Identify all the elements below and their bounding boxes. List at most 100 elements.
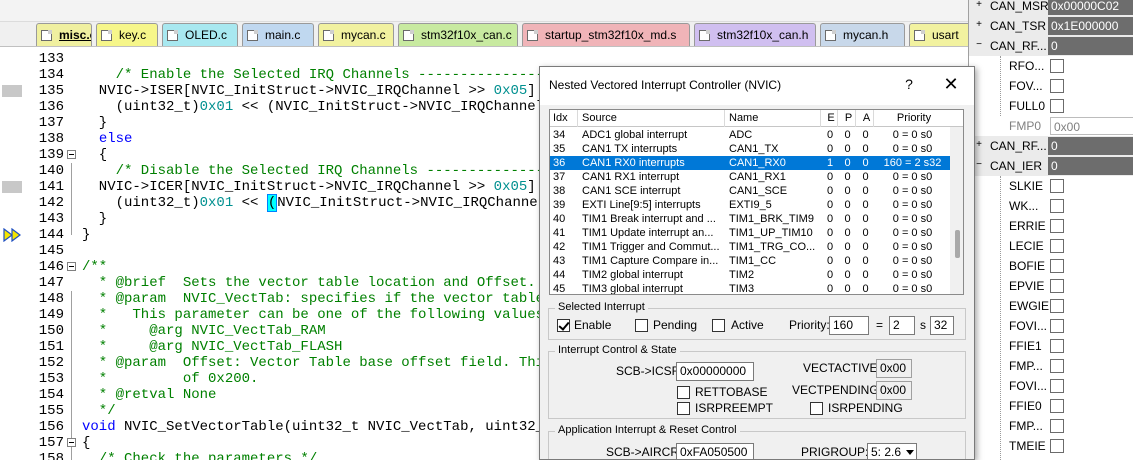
pending-checkbox[interactable] (635, 319, 648, 332)
register-bit-row[interactable]: WK... (969, 196, 1133, 216)
register-bit-row[interactable]: FOV... (969, 76, 1133, 96)
expand-icon[interactable]: + (974, 20, 984, 31)
interrupt-table-scrollbar[interactable] (950, 127, 963, 294)
register-bit-row[interactable]: FOVI... (969, 376, 1133, 396)
register-bit-checkbox[interactable] (1050, 79, 1064, 93)
register-bit-checkbox[interactable] (1050, 259, 1064, 273)
register-bit-row[interactable]: SLKIE (969, 176, 1133, 196)
register-bit-row[interactable]: RFO... (969, 56, 1133, 76)
register-bit-row[interactable]: LECIE (969, 236, 1133, 256)
register-value[interactable]: 0 (1048, 157, 1133, 175)
interrupt-row[interactable]: 40 TIM1 Break interrupt and ... TIM1_BRK_T… (550, 212, 950, 226)
file-tab[interactable]: OLED.c (162, 23, 238, 46)
help-button[interactable]: ? (902, 76, 916, 94)
scrollbar-thumb[interactable] (955, 230, 960, 258)
file-tab[interactable]: main.c (242, 23, 314, 46)
register-bit-checkbox[interactable] (1050, 299, 1064, 313)
interrupt-row[interactable]: 38 CAN1 SCE interrupt CAN1_SCE 0 0 0 0 = 0 s0 (550, 184, 950, 198)
isrpending-checkbox[interactable] (810, 402, 823, 415)
rettobase-checkbox[interactable] (677, 386, 690, 399)
register-bit-checkbox[interactable] (1050, 59, 1064, 73)
register-bit-checkbox[interactable] (1050, 359, 1064, 373)
file-tab[interactable]: mycan.c (318, 23, 394, 46)
breakpoint-margin-marker[interactable] (2, 85, 22, 97)
col-priority[interactable]: Priority (875, 110, 950, 127)
collapse-icon[interactable]: − (974, 40, 984, 51)
register-row[interactable]: + CAN_MSR 0x00000C02 (969, 0, 1133, 16)
register-bit-checkbox[interactable] (1050, 279, 1064, 293)
register-value[interactable]: 0 (1048, 37, 1133, 55)
sub-priority-input[interactable]: 32 (930, 316, 954, 335)
register-bit-row[interactable]: FMP0 0x00 (969, 116, 1133, 136)
register-bit-checkbox[interactable] (1050, 199, 1064, 213)
register-bit-row[interactable]: ERRIE (969, 216, 1133, 236)
register-bit-row[interactable]: FMP... (969, 416, 1133, 436)
collapse-icon[interactable]: − (974, 160, 984, 171)
register-bit-checkbox[interactable] (1050, 439, 1064, 453)
file-tab[interactable]: stm32f10x_can.c (398, 23, 518, 46)
col-idx[interactable]: Idx (550, 110, 578, 127)
expand-icon[interactable]: + (974, 140, 984, 151)
register-value[interactable]: 0 (1048, 137, 1133, 155)
breakpoint-margin-marker[interactable] (2, 181, 22, 193)
interrupt-row[interactable]: 35 CAN1 TX interrupts CAN1_TX 0 0 0 0 = 0 s0 (550, 142, 950, 156)
register-bit-checkbox[interactable] (1050, 419, 1064, 433)
fold-toggle-icon[interactable] (67, 438, 76, 447)
register-bit-checkbox[interactable] (1050, 219, 1064, 233)
interrupt-row[interactable]: 45 TIM3 global interrupt TIM3 0 0 0 0 = 0 s0 (550, 282, 950, 294)
register-bit-row[interactable]: BOFIE (969, 256, 1133, 276)
dialog-titlebar[interactable]: Nested Vectored Interrupt Controller (NV… (540, 67, 974, 105)
fold-toggle-icon[interactable] (67, 150, 76, 159)
interrupt-table[interactable]: Idx Source Name E P A Priority 34 ADC1 gl… (549, 109, 964, 295)
file-tab[interactable]: stm32f10x_can.h (694, 23, 816, 46)
isrpreempt-checkbox[interactable] (677, 402, 690, 415)
col-source[interactable]: Source (579, 110, 725, 127)
register-bit-checkbox[interactable] (1050, 339, 1064, 353)
file-tab[interactable]: misc.c (36, 23, 92, 46)
code-line[interactable]: 133 (0, 51, 968, 67)
prigroup-select[interactable]: 5: 2.6 (867, 443, 917, 459)
register-bit-checkbox[interactable] (1050, 179, 1064, 193)
col-name[interactable]: Name (726, 110, 821, 127)
register-row[interactable]: + CAN_RF... 0 (969, 136, 1133, 156)
register-bit-checkbox[interactable] (1050, 239, 1064, 253)
interrupt-row[interactable]: 43 TIM1 Capture Compare in... TIM1_CC 0 0 0 0 … (550, 254, 950, 268)
register-bit-row[interactable]: FMP... (969, 356, 1133, 376)
interrupt-row[interactable]: 36 CAN1 RX0 interrupts CAN1_RX0 1 0 0 160 = 2 … (550, 156, 950, 170)
register-bit-row[interactable]: EPVIE (969, 276, 1133, 296)
register-bit-checkbox[interactable] (1050, 379, 1064, 393)
register-row[interactable]: − CAN_RF... 0 (969, 36, 1133, 56)
col-p[interactable]: P (839, 110, 856, 127)
file-tab[interactable]: startup_stm32f10x_md.s (522, 23, 690, 46)
interrupt-row[interactable]: 42 TIM1 Trigger and Commut... TIM1_TRG_CO.… (550, 240, 950, 254)
register-bit-row[interactable]: FFIE1 (969, 336, 1133, 356)
interrupt-row[interactable]: 34 ADC1 global interrupt ADC 0 0 0 0 = 0 s0 (550, 128, 950, 142)
col-a[interactable]: A (857, 110, 874, 127)
active-checkbox[interactable] (712, 319, 725, 332)
priority-input[interactable]: 160 (829, 316, 869, 335)
register-bit-row[interactable]: FULL0 (969, 96, 1133, 116)
register-value[interactable]: 0x1E000000 (1048, 17, 1133, 35)
register-row[interactable]: − CAN_IER 0 (969, 156, 1133, 176)
interrupt-row[interactable]: 41 TIM1 Update interrupt an... TIM1_UP_TIM… (550, 226, 950, 240)
register-bit-row[interactable]: FFIE0 (969, 396, 1133, 416)
register-value[interactable]: 0x00 (1050, 117, 1133, 135)
close-button[interactable]: ✕ (942, 75, 960, 94)
register-bit-checkbox[interactable] (1050, 99, 1064, 113)
register-row[interactable]: + CAN_TSR 0x1E000000 (969, 16, 1133, 36)
file-tab[interactable]: usart (909, 23, 968, 46)
file-tab[interactable]: key.c (96, 23, 158, 46)
register-bit-row[interactable]: FOVI... (969, 316, 1133, 336)
register-bit-checkbox[interactable] (1050, 399, 1064, 413)
register-bit-checkbox[interactable] (1050, 319, 1064, 333)
register-bit-row[interactable]: TMEIE (969, 436, 1133, 456)
group-priority-input[interactable]: 2 (889, 316, 915, 335)
expand-icon[interactable]: + (974, 0, 984, 11)
file-tab[interactable]: mycan.h (820, 23, 905, 46)
interrupt-row[interactable]: 39 EXTI Line[9:5] interrupts EXTI9_5 0 0 0 0 =… (550, 198, 950, 212)
enable-checkbox[interactable] (557, 319, 570, 332)
interrupt-row[interactable]: 37 CAN1 RX1 interrupt CAN1_RX1 0 0 0 0 = 0 s0 (550, 170, 950, 184)
interrupt-row[interactable]: 44 TIM2 global interrupt TIM2 0 0 0 0 = 0 s0 (550, 268, 950, 282)
register-bit-row[interactable]: EWGIE (969, 296, 1133, 316)
register-value[interactable]: 0x00000C02 (1048, 0, 1133, 15)
